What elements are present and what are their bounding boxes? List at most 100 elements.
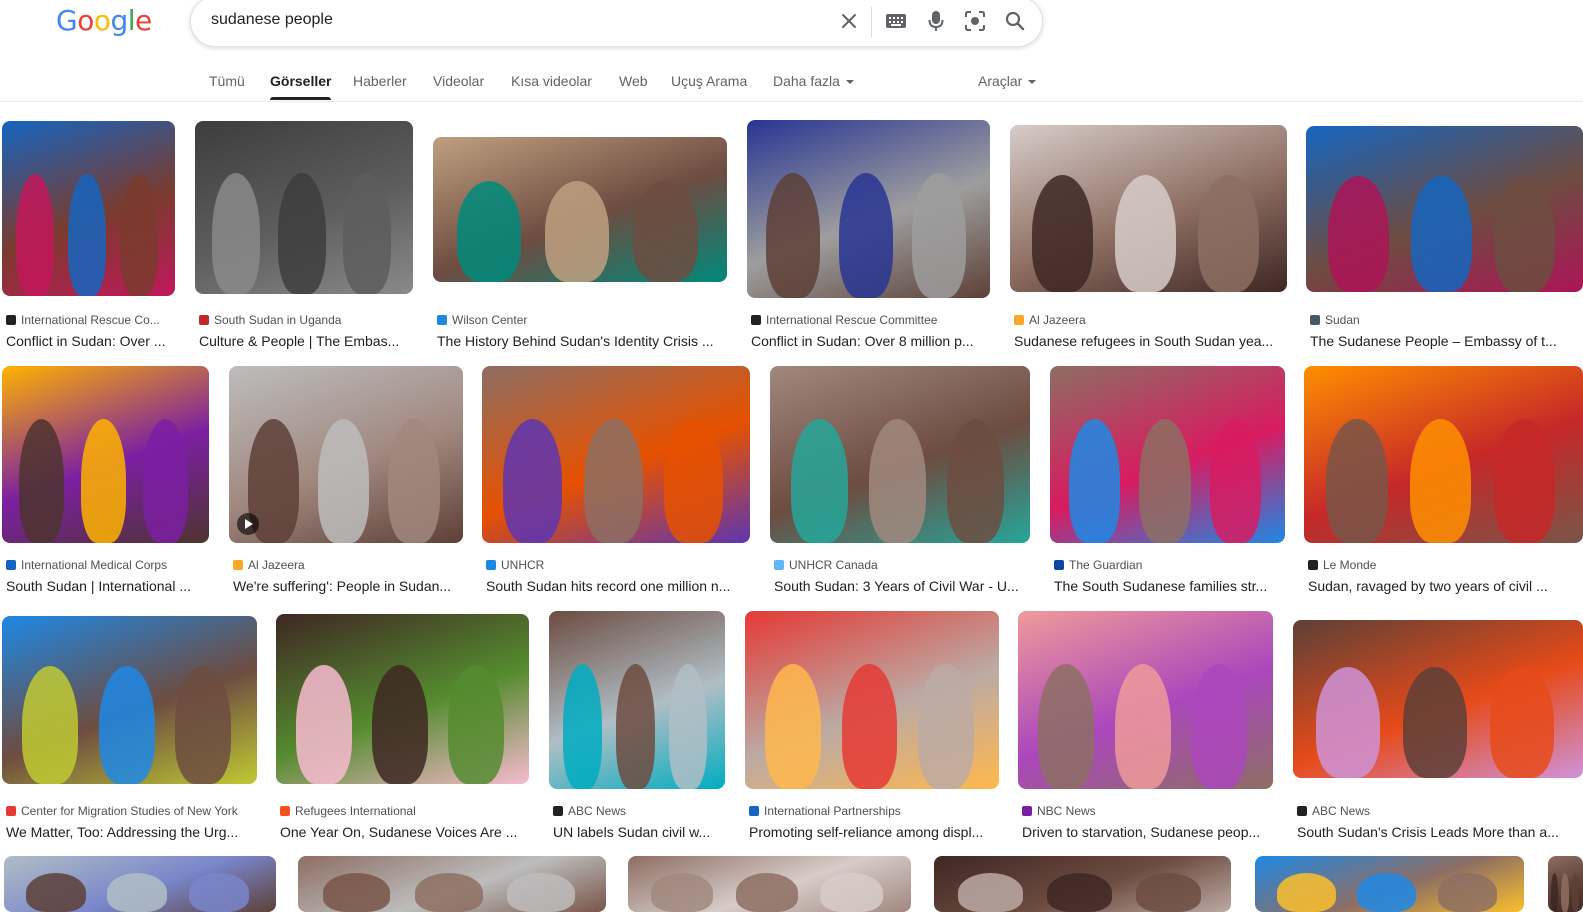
result-thumbnail[interactable] <box>1255 856 1524 912</box>
search-input[interactable]: sudanese people <box>211 11 333 29</box>
result-thumbnail[interactable] <box>482 366 750 543</box>
result-title[interactable]: The South Sudanese families str... <box>1054 578 1285 594</box>
result-source[interactable]: International Rescue Co... <box>6 313 175 327</box>
result-thumbnail[interactable] <box>1306 126 1583 292</box>
tab-videos[interactable]: Videolar <box>433 73 484 89</box>
result-title[interactable]: One Year On, Sudanese Voices Are ... <box>280 824 529 840</box>
result-source[interactable]: Center for Migration Studies of New York <box>6 804 257 818</box>
thumbnail-figure <box>1038 664 1095 789</box>
source-label: ABC News <box>568 804 627 818</box>
result-source[interactable]: ABC News <box>1297 804 1583 818</box>
search-icon[interactable] <box>1003 9 1027 33</box>
result-thumbnail[interactable] <box>2 616 257 784</box>
result-source[interactable]: International Medical Corps <box>6 558 209 572</box>
result-source[interactable]: Al Jazeera <box>1014 313 1287 327</box>
tab-all[interactable]: Tümü <box>209 73 245 89</box>
result-title[interactable]: We're suffering': People in Sudan... <box>233 578 463 594</box>
thumbnail-figure <box>317 419 370 543</box>
result-source[interactable]: International Partnerships <box>749 804 999 818</box>
result-title[interactable]: Culture & People | The Embas... <box>199 333 413 349</box>
search-box[interactable]: sudanese people <box>190 0 1043 47</box>
thumbnail-figure <box>67 173 106 296</box>
result-thumbnail[interactable] <box>747 120 990 298</box>
result-thumbnail[interactable] <box>433 137 727 282</box>
tab-images[interactable]: Görseller <box>270 73 332 100</box>
google-logo[interactable]: Google <box>56 4 152 37</box>
result-source[interactable]: Sudan <box>1310 313 1583 327</box>
result-title[interactable]: Driven to starvation, Sudanese peop... <box>1022 824 1273 840</box>
result-title[interactable]: UN labels Sudan civil w... <box>553 824 725 840</box>
result-title[interactable]: Promoting self-reliance among displ... <box>749 824 999 840</box>
result-thumbnail[interactable] <box>1304 366 1583 543</box>
tools-button[interactable]: Araçlar <box>978 73 1037 89</box>
thumbnail-figure <box>1410 419 1472 543</box>
result-thumbnail[interactable] <box>549 611 725 789</box>
result-source[interactable]: UNHCR <box>486 558 750 572</box>
result-thumbnail[interactable] <box>934 856 1231 912</box>
result-thumbnail[interactable] <box>1548 856 1583 912</box>
result-title[interactable]: The History Behind Sudan's Identity Cris… <box>437 333 727 349</box>
result-title[interactable]: The Sudanese People – Embassy of t... <box>1310 333 1583 349</box>
result-title[interactable]: Sudanese refugees in South Sudan yea... <box>1014 333 1287 349</box>
result-title[interactable]: Conflict in Sudan: Over 8 million p... <box>751 333 990 349</box>
result-source[interactable]: International Rescue Committee <box>751 313 990 327</box>
tab-more[interactable]: Daha fazla <box>773 73 854 89</box>
thumbnail-figure <box>1114 664 1171 789</box>
result-source[interactable]: ABC News <box>553 804 725 818</box>
result-thumbnail[interactable] <box>195 121 413 294</box>
result-source[interactable]: Al Jazeera <box>233 558 463 572</box>
result-thumbnail[interactable] <box>2 121 175 296</box>
result-title[interactable]: South Sudan | International ... <box>6 578 209 594</box>
result-source[interactable]: South Sudan in Uganda <box>199 313 413 327</box>
thumbnail-figure <box>188 872 249 912</box>
logo-letter: o <box>77 4 94 37</box>
result-thumbnail[interactable] <box>745 611 999 789</box>
logo-letter: l <box>127 4 136 37</box>
source-label: Al Jazeera <box>248 558 305 572</box>
chevron-down-icon <box>845 80 854 85</box>
result-thumbnail[interactable] <box>4 856 276 912</box>
source-favicon-icon <box>6 806 16 816</box>
tab-web[interactable]: Web <box>619 73 648 89</box>
thumbnail-figure <box>766 173 820 298</box>
result-title[interactable]: Conflict in Sudan: Over ... <box>6 333 175 349</box>
source-favicon-icon <box>1022 806 1032 816</box>
result-title[interactable]: We Matter, Too: Addressing the Urg... <box>6 824 257 840</box>
result-source[interactable]: NBC News <box>1022 804 1273 818</box>
close-icon[interactable] <box>837 9 861 33</box>
result-source[interactable]: Refugees International <box>280 804 529 818</box>
result-thumbnail[interactable] <box>298 856 606 912</box>
search-tabs: Tümü Görseller Haberler Videolar Kısa vi… <box>0 62 1583 102</box>
thumbnail-figure <box>1326 419 1388 543</box>
result-source[interactable]: The Guardian <box>1054 558 1285 572</box>
result-thumbnail[interactable] <box>2 366 209 543</box>
source-favicon-icon <box>280 806 290 816</box>
source-label: South Sudan in Uganda <box>214 313 342 327</box>
tab-flights[interactable]: Uçuş Arama <box>671 73 747 89</box>
result-thumbnail[interactable] <box>628 856 911 912</box>
thumbnail-figure <box>544 180 610 282</box>
result-thumbnail[interactable] <box>1050 366 1285 543</box>
result-source[interactable]: Wilson Center <box>437 313 727 327</box>
result-thumbnail[interactable] <box>1293 620 1583 778</box>
result-title[interactable]: South Sudan hits record one million n... <box>486 578 750 594</box>
result-thumbnail[interactable] <box>770 366 1030 543</box>
result-thumbnail[interactable] <box>229 366 463 543</box>
play-icon <box>237 513 259 535</box>
keyboard-icon[interactable] <box>884 9 908 33</box>
lens-icon[interactable] <box>963 9 987 33</box>
result-source[interactable]: Le Monde <box>1308 558 1583 572</box>
result-thumbnail[interactable] <box>1018 611 1273 789</box>
thumbnail-figure <box>1316 667 1380 778</box>
result-thumbnail[interactable] <box>1010 125 1287 292</box>
result-thumbnail[interactable] <box>276 614 529 784</box>
result-source[interactable]: UNHCR Canada <box>774 558 1030 572</box>
result-title[interactable]: South Sudan's Crisis Leads More than a..… <box>1297 824 1583 840</box>
result-title[interactable]: Sudan, ravaged by two years of civil ... <box>1308 578 1583 594</box>
tab-short-videos[interactable]: Kısa videolar <box>511 73 592 89</box>
result-title[interactable]: South Sudan: 3 Years of Civil War - U... <box>774 578 1030 594</box>
microphone-icon[interactable] <box>924 9 948 33</box>
thumbnail-figure <box>1068 419 1121 543</box>
tab-news[interactable]: Haberler <box>353 73 407 89</box>
thumbnail-figure <box>415 872 483 912</box>
